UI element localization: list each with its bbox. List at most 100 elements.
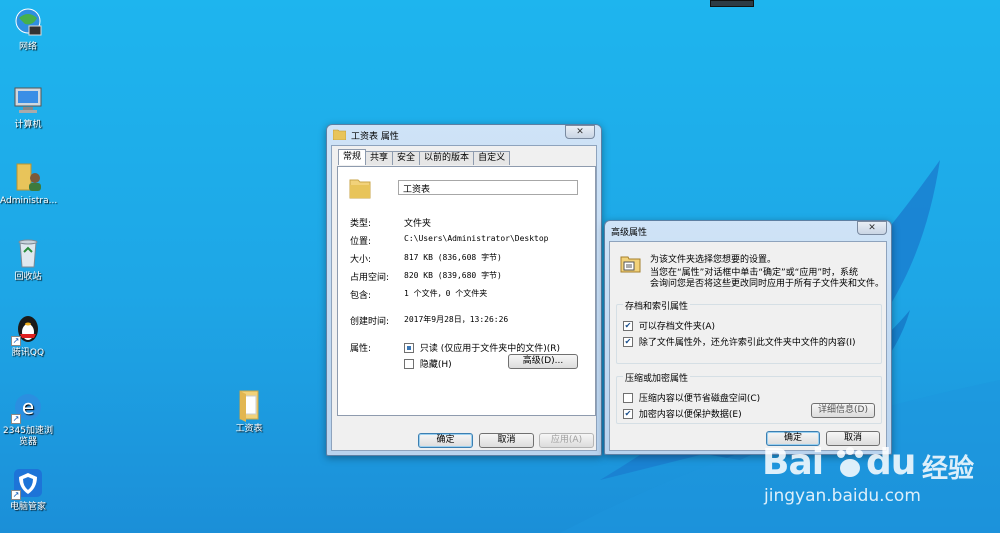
tab-sharing[interactable]: 共享	[365, 151, 394, 165]
desktop-icon-qq[interactable]: ↗ 腾讯QQ	[0, 312, 56, 359]
folder-icon	[333, 129, 346, 140]
size-label: 大小:	[350, 255, 372, 265]
desktop-icon-network[interactable]: 网络	[0, 6, 56, 53]
disk-size-value: 820 KB (839,680 字节)	[404, 271, 502, 280]
details-button[interactable]: 详细信息(D)	[811, 403, 875, 418]
folder-icon	[232, 388, 266, 422]
tab-security[interactable]: 安全	[392, 151, 421, 165]
desktop-icon-label: 计算机	[14, 120, 42, 130]
archive-checkbox[interactable]	[623, 321, 633, 331]
apply-button[interactable]: 应用(A)	[539, 433, 594, 448]
index-checkbox[interactable]	[623, 337, 633, 347]
desktop-icon-computer[interactable]: 计算机	[0, 84, 56, 131]
user-folder-icon	[11, 160, 45, 194]
window-title: 高级属性	[611, 228, 648, 238]
group-title: 压缩或加密属性	[623, 371, 691, 384]
properties-titlebar[interactable]: 工资表 属性 ✕	[327, 125, 601, 145]
separator	[348, 332, 585, 333]
watermark-url: jingyan.baidu.com	[764, 486, 921, 506]
tab-strip: 常规 共享 安全 以前的版本 自定义	[338, 149, 511, 165]
properties-doc-icon	[620, 256, 641, 273]
encrypt-label: 加密内容以便保护数据(E)	[638, 410, 742, 420]
hidden-checkbox[interactable]	[404, 359, 414, 369]
index-checkbox-row[interactable]: 除了文件属性外，还允许索引此文件夹中文件的内容(I)	[623, 335, 856, 348]
desktop-icon-label: Administra...	[0, 196, 58, 206]
close-icon: ✕	[868, 223, 876, 233]
archive-checkbox-row[interactable]: 可以存档文件夹(A)	[623, 319, 715, 332]
contains-label: 包含:	[350, 291, 372, 301]
folder-name-value: 工资表	[403, 185, 431, 195]
tab-general[interactable]: 常规	[338, 149, 367, 165]
separator	[348, 305, 585, 306]
desktop-icon-label: 腾讯QQ	[11, 348, 45, 358]
desktop-icon-salary-folder[interactable]: 工资表	[221, 388, 277, 435]
desktop-icon-label: 电脑管家	[9, 502, 46, 512]
type-value: 文件夹	[404, 219, 432, 229]
shield-icon: ↗	[11, 466, 45, 500]
readonly-checkbox-row[interactable]: 只读 (仅应用于文件夹中的文件)(R)	[404, 341, 560, 354]
taskbar-gadget[interactable]	[710, 0, 754, 7]
watermark-brand: Bai	[762, 442, 824, 483]
compress-encrypt-group: 压缩或加密属性 压缩内容以便节省磁盘空间(C) 加密内容以便保护数据(E) 详细…	[616, 371, 882, 424]
desktop-icon-2345-browser[interactable]: e ↗ 2345加速浏览器	[0, 390, 56, 448]
desktop-icon-label: 回收站	[14, 272, 42, 282]
advanced-titlebar[interactable]: 高级属性 ✕	[605, 221, 891, 241]
archive-index-group: 存档和索引属性 可以存档文件夹(A) 除了文件属性外，还允许索引此文件夹中文件的…	[616, 299, 882, 364]
disk-size-label: 占用空间:	[350, 273, 390, 283]
advanced-button[interactable]: 高级(D)...	[508, 354, 578, 369]
desktop-icon-recycle-bin[interactable]: 回收站	[0, 236, 56, 283]
desktop-icon-administrator[interactable]: Administra...	[0, 160, 58, 207]
attributes-label: 属性:	[350, 344, 372, 354]
shortcut-arrow-icon: ↗	[11, 336, 21, 346]
tab-customize[interactable]: 自定义	[473, 151, 511, 165]
properties-client: 常规 共享 安全 以前的版本 自定义 工资表 类型: 文件夹 位置: C:\Us…	[331, 145, 597, 451]
ok-button[interactable]: 确定	[418, 433, 473, 448]
folder-name-input[interactable]: 工资表	[398, 180, 578, 195]
shortcut-arrow-icon: ↗	[11, 490, 21, 500]
contains-value: 1 个文件，0 个文件夹	[404, 289, 488, 298]
compress-checkbox[interactable]	[623, 393, 633, 403]
desktop-icon-label: 2345加速浏览器	[3, 426, 53, 447]
cancel-button[interactable]: 取消	[479, 433, 534, 448]
created-value: 2017年9月28日，13:26:26	[404, 315, 509, 324]
watermark-cn: 经验	[922, 454, 975, 484]
network-icon	[11, 6, 45, 40]
location-label: 位置:	[350, 237, 372, 247]
shortcut-arrow-icon: ↗	[11, 414, 21, 424]
desktop-icon-pc-manager[interactable]: ↗ 电脑管家	[0, 466, 56, 513]
general-tab-pane: 工资表 类型: 文件夹 位置: C:\Users\Administrator\D…	[337, 166, 596, 416]
archive-label: 可以存档文件夹(A)	[638, 322, 716, 332]
folder-icon	[349, 179, 371, 199]
close-icon: ✕	[576, 127, 584, 137]
baidu-watermark: Bai du 经验 jingyan.baidu.com	[762, 442, 992, 522]
description-line-1: 为该文件夹选择您想要的设置。	[650, 255, 777, 265]
desktop-icon-label: 网络	[18, 42, 37, 52]
readonly-label: 只读 (仅应用于文件夹中的文件)(R)	[419, 344, 561, 354]
separator	[348, 205, 585, 206]
hidden-checkbox-row[interactable]: 隐藏(H)	[404, 357, 452, 370]
close-button[interactable]: ✕	[565, 125, 595, 139]
svg-text:e: e	[22, 395, 34, 419]
readonly-checkbox[interactable]	[404, 343, 414, 353]
created-label: 创建时间:	[350, 317, 390, 327]
desktop-icon-label: 工资表	[235, 424, 263, 434]
recycle-bin-icon	[11, 236, 45, 270]
encrypt-checkbox-row[interactable]: 加密内容以便保护数据(E)	[623, 407, 742, 420]
index-label: 除了文件属性外，还允许索引此文件夹中文件的内容(I)	[638, 338, 856, 348]
compress-checkbox-row[interactable]: 压缩内容以便节省磁盘空间(C)	[623, 391, 760, 404]
computer-icon	[11, 84, 45, 118]
type-label: 类型:	[350, 219, 372, 229]
location-value: C:\Users\Administrator\Desktop	[404, 234, 549, 243]
tab-previous-versions[interactable]: 以前的版本	[419, 151, 475, 165]
encrypt-checkbox[interactable]	[623, 409, 633, 419]
window-title: 工资表 属性	[351, 132, 399, 142]
paw-icon	[837, 447, 863, 477]
compress-label: 压缩内容以便节省磁盘空间(C)	[638, 394, 761, 404]
group-title: 存档和索引属性	[623, 299, 691, 312]
size-value: 817 KB (836,608 字节)	[404, 253, 502, 262]
qq-penguin-icon: ↗	[11, 312, 45, 346]
hidden-label: 隐藏(H)	[419, 360, 452, 370]
close-button[interactable]: ✕	[857, 221, 887, 235]
properties-window: 工资表 属性 ✕ 常规 共享 安全 以前的版本 自定义 工资表 类型: 文件夹 …	[326, 124, 602, 456]
description-line-3: 会询问您是否将这些更改同时应用于所有子文件夹和文件。	[650, 279, 885, 289]
